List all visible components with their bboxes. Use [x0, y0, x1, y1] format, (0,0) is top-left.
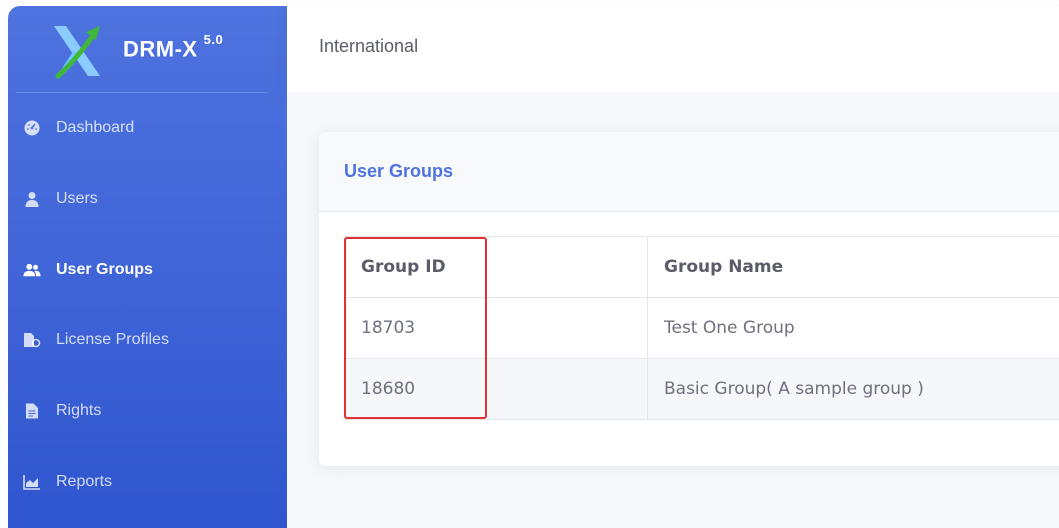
dashboard-gauge-icon — [23, 119, 41, 137]
column-header-group-id[interactable]: Group ID — [344, 236, 648, 298]
license-file-icon — [23, 331, 41, 349]
column-header-group-name[interactable]: Group Name — [647, 236, 1059, 298]
x-arrow-logo-icon — [54, 26, 100, 79]
user-groups-table: Group ID Group Name 18703 Test One Group… — [344, 236, 1059, 420]
user-groups-card: User Groups Group ID Group Name 18703 Te… — [319, 132, 1059, 466]
group-name-cell: Test One Group — [647, 297, 1059, 359]
user-icon — [23, 190, 41, 208]
sidebar-item-license-profiles[interactable]: License Profiles — [8, 320, 287, 360]
sidebar-item-label: User Groups — [56, 261, 153, 278]
topbar-title: International — [319, 36, 419, 56]
group-id-cell: 18680 — [344, 358, 648, 420]
brand[interactable]: DRM-X 5.0 — [8, 6, 287, 92]
table-row[interactable]: 18680 Basic Group( A sample group ) — [344, 358, 1059, 420]
brand-version: 5.0 — [203, 32, 224, 47]
sidebar-item-label: Reports — [56, 473, 113, 490]
card-title: User Groups — [344, 161, 454, 181]
group-name-cell: Basic Group( A sample group ) — [647, 358, 1059, 420]
sidebar-item-label: License Profiles — [56, 331, 169, 348]
sidebar-item-rights[interactable]: Rights — [8, 391, 287, 431]
area-chart-icon — [23, 473, 41, 491]
main-content: User Groups Group ID Group Name 18703 Te… — [287, 92, 1059, 528]
brand-name: DRM-X 5.0 — [123, 32, 224, 62]
topbar: International — [287, 6, 1059, 92]
users-group-icon — [23, 261, 41, 279]
sidebar-item-label: Rights — [56, 402, 102, 419]
sidebar-item-reports[interactable]: Reports — [8, 462, 287, 502]
group-id-cell: 18703 — [344, 297, 648, 359]
sidebar: DRM-X 5.0 Dashboard Users User Groups Lic… — [8, 6, 287, 528]
sidebar-item-label: Users — [56, 190, 98, 207]
sidebar-item-user-groups[interactable]: User Groups — [8, 250, 287, 290]
card-header: User Groups — [319, 132, 1059, 212]
sidebar-item-users[interactable]: Users — [8, 179, 287, 219]
sidebar-item-label: Dashboard — [56, 119, 135, 136]
table-header-row: Group ID Group Name — [344, 236, 1059, 298]
table-row[interactable]: 18703 Test One Group — [344, 297, 1059, 359]
sidebar-divider — [16, 92, 268, 93]
document-icon — [23, 402, 41, 420]
sidebar-item-dashboard[interactable]: Dashboard — [8, 108, 287, 148]
